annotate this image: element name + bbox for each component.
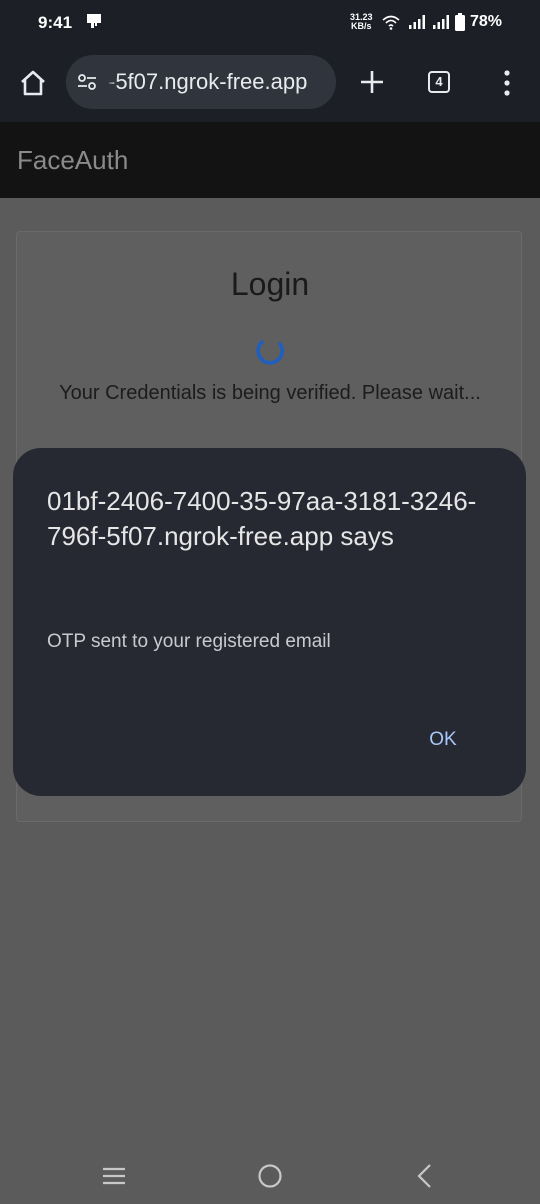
system-nav-bar <box>0 1140 540 1204</box>
loading-spinner-icon <box>256 340 284 365</box>
tune-icon[interactable] <box>77 72 97 92</box>
more-vert-icon[interactable] <box>500 68 514 98</box>
address-bar[interactable]: -5f07.ngrok-free.app <box>66 55 336 109</box>
dialog-title: 01bf-2406-7400-35-97aa-3181-3246-796f-5f… <box>47 486 477 551</box>
signal-icon <box>433 15 449 29</box>
home-circle-icon[interactable] <box>257 1163 283 1189</box>
battery-icon <box>455 13 465 31</box>
tabs-icon[interactable]: 4 <box>428 71 450 93</box>
browser-toolbar: -5f07.ngrok-free.app 4 <box>0 44 540 122</box>
signal-icon <box>409 15 425 29</box>
wifi-icon <box>382 15 400 30</box>
plus-icon[interactable] <box>357 67 387 97</box>
network-speed-unit: KB/s <box>351 21 372 31</box>
alert-dialog: 01bf-2406-7400-35-97aa-3181-3246-796f-5f… <box>13 448 526 796</box>
status-bar: 9:41 31.23 KB/s 78% <box>0 0 540 44</box>
battery-percent: 78% <box>470 13 503 30</box>
url-fade <box>106 55 118 109</box>
network-speed: 31.23 KB/s <box>350 13 373 31</box>
notification-icon <box>87 14 101 28</box>
app-header: FaceAuth <box>0 122 540 198</box>
home-icon[interactable] <box>18 68 48 98</box>
ok-button[interactable]: OK <box>413 718 473 762</box>
status-time: 9:41 <box>38 13 73 32</box>
login-heading: Login <box>230 266 310 302</box>
dialog-message: OTP sent to your registered email <box>47 631 331 652</box>
back-icon[interactable] <box>414 1163 434 1189</box>
url-text: -5f07.ngrok-free.app <box>108 69 308 94</box>
verification-status-text: Your Credentials is being verified. Plea… <box>59 382 481 404</box>
app-title: FaceAuth <box>17 145 129 175</box>
recents-icon[interactable] <box>102 1167 126 1185</box>
